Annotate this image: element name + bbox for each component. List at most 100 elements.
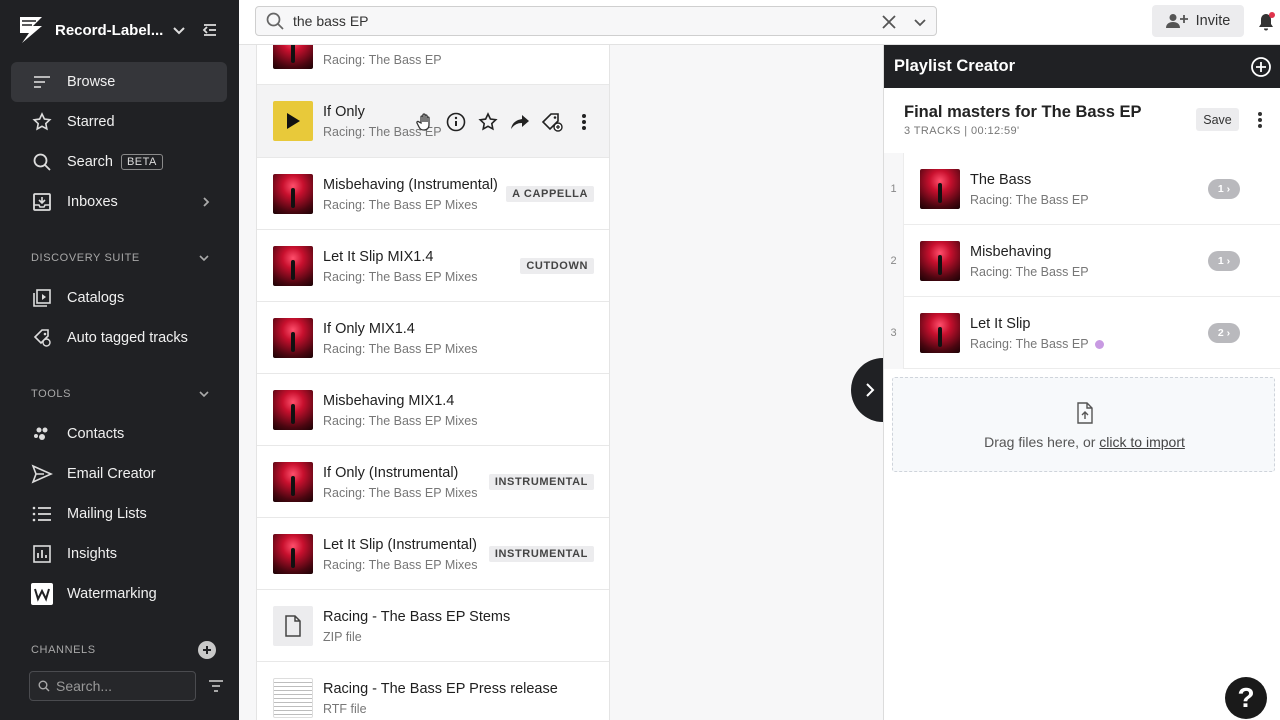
dropzone-text: Drag files here, or click to import <box>893 434 1276 450</box>
album-art <box>273 390 313 430</box>
versions-count: 2 <box>1217 327 1224 339</box>
track-subtitle: Racing: The Bass EP Mixes <box>323 270 478 284</box>
album-art <box>920 169 960 209</box>
versions-pill[interactable]: 1 › <box>1208 251 1240 271</box>
list-item[interactable]: If Only (Instrumental) Racing: The Bass … <box>257 446 609 518</box>
more-vertical-icon[interactable] <box>1250 110 1270 130</box>
track-title: Misbehaving <box>970 244 1052 260</box>
search-results-list: Racing: The Bass EP If Only Racing: The … <box>256 45 610 720</box>
search-input[interactable] <box>293 13 853 29</box>
sidebar-item-label: Catalogs <box>67 290 125 306</box>
more-vertical-icon[interactable] <box>573 111 595 133</box>
workspace-switcher[interactable]: Record-Label... <box>16 12 226 48</box>
list-icon <box>31 503 53 525</box>
watermark-icon <box>31 583 53 605</box>
section-discovery-suite[interactable]: DISCOVERY SUITE <box>31 248 221 268</box>
list-item[interactable]: Racing - The Bass EP Press release RTF f… <box>257 662 609 720</box>
track-title: Misbehaving MIX1.4 <box>323 393 455 409</box>
list-item[interactable]: If Only MIX1.4 Racing: The Bass EP Mixes <box>257 302 609 374</box>
section-channels: CHANNELS <box>31 640 221 660</box>
track-subtitle: Racing: The Bass EP <box>970 265 1089 279</box>
sidebar-item-catalogs[interactable]: Catalogs <box>11 278 227 318</box>
sidebar-item-browse[interactable]: Browse <box>11 62 227 102</box>
sidebar-item-label: Watermarking <box>67 586 157 602</box>
sidebar-item-mailing-lists[interactable]: Mailing Lists <box>11 494 227 534</box>
chart-icon <box>31 543 53 565</box>
track-title: Misbehaving (Instrumental) <box>323 177 498 193</box>
info-icon[interactable] <box>445 111 467 133</box>
sidebar-item-email-creator[interactable]: Email Creator <box>11 454 227 494</box>
chevron-down-icon[interactable] <box>912 14 928 30</box>
sidebar-item-label: Contacts <box>67 426 125 442</box>
chevron-down-icon <box>173 27 186 35</box>
track-subtitle: Racing: The Bass EP Mixes <box>323 198 478 212</box>
track-title: If Only MIX1.4 <box>323 321 415 337</box>
drag-handle-icon[interactable] <box>413 111 435 133</box>
sidebar-item-search[interactable]: Search BETA <box>11 142 227 182</box>
top-bar: Invite <box>239 0 1280 45</box>
list-item[interactable]: Let It Slip (Instrumental) Racing: The B… <box>257 518 609 590</box>
collapse-sidebar-icon[interactable] <box>201 20 221 40</box>
track-number: 1 <box>884 153 904 225</box>
import-link[interactable]: click to import <box>1099 434 1185 450</box>
sidebar-item-insights[interactable]: Insights <box>11 534 227 574</box>
invite-button[interactable]: Invite <box>1152 5 1244 37</box>
list-item[interactable]: Misbehaving (Instrumental) Racing: The B… <box>257 158 609 230</box>
album-art <box>920 241 960 281</box>
add-channel-icon[interactable] <box>198 641 216 659</box>
add-circle-icon[interactable] <box>1250 56 1272 78</box>
version-tag: CUTDOWN <box>520 258 594 274</box>
channel-search-input[interactable] <box>56 678 176 694</box>
list-item[interactable]: Misbehaving MIX1.4 Racing: The Bass EP M… <box>257 374 609 446</box>
sidebar-item-auto-tagged-tracks[interactable]: Auto tagged tracks <box>11 318 227 358</box>
playlist-name[interactable]: Final masters for The Bass EP <box>904 103 1142 122</box>
playlist-item[interactable]: 1 The Bass Racing: The Bass EP 1 › <box>884 153 1280 225</box>
playlist-item[interactable]: 3 Let It Slip Racing: The Bass EP 2 › <box>884 297 1280 369</box>
track-subtitle: Racing: The Bass EP <box>970 337 1104 351</box>
share-icon[interactable] <box>509 111 531 133</box>
star-icon[interactable] <box>477 111 499 133</box>
notification-bell-icon[interactable] <box>1256 12 1276 32</box>
versions-pill[interactable]: 2 › <box>1208 323 1240 343</box>
sidebar-item-watermarking[interactable]: Watermarking <box>11 574 227 614</box>
list-item[interactable]: If Only Racing: The Bass EP <box>257 85 609 158</box>
row-actions <box>413 111 595 133</box>
track-title: Racing - The Bass EP Press release <box>323 681 558 697</box>
workspace-name: Record-Label... <box>55 21 164 39</box>
track-subtitle: RTF file <box>323 702 367 716</box>
invite-label: Invite <box>1195 13 1231 29</box>
section-title: DISCOVERY SUITE <box>31 252 140 264</box>
section-tools[interactable]: TOOLS <box>31 384 221 404</box>
sidebar-item-label: Browse <box>67 74 116 90</box>
close-icon[interactable] <box>880 13 898 31</box>
status-dot <box>1094 340 1104 349</box>
file-dropzone[interactable]: Drag files here, or click to import <box>892 377 1275 472</box>
track-subtitle: ZIP file <box>323 630 362 644</box>
help-button[interactable]: ? <box>1225 677 1267 719</box>
track-title: Let It Slip (Instrumental) <box>323 537 477 553</box>
list-item[interactable]: Racing - The Bass EP Stems ZIP file <box>257 590 609 662</box>
track-title: The Bass <box>970 172 1032 188</box>
save-button[interactable]: Save <box>1196 108 1239 131</box>
sidebar-item-inboxes[interactable]: Inboxes <box>11 182 227 222</box>
add-user-icon <box>1165 14 1188 28</box>
play-button[interactable] <box>273 101 313 141</box>
sidebar-item-contacts[interactable]: Contacts <box>11 414 227 454</box>
section-title: CHANNELS <box>31 644 96 656</box>
add-tag-icon[interactable] <box>541 111 563 133</box>
sidebar-item-label: Mailing Lists <box>67 506 147 522</box>
track-subtitle: Racing: The Bass EP Mixes <box>323 486 478 500</box>
sidebar-item-starred[interactable]: Starred <box>11 102 227 142</box>
track-title: If Only <box>323 104 365 120</box>
track-subtitle: Racing: The Bass EP <box>323 53 442 67</box>
track-subtitle: Racing: The Bass EP Mixes <box>323 342 478 356</box>
list-item[interactable]: Let It Slip MIX1.4 Racing: The Bass EP M… <box>257 230 609 302</box>
sidebar-item-label: Inboxes <box>67 194 118 210</box>
playlist-item[interactable]: 2 Misbehaving Racing: The Bass EP 1 › <box>884 225 1280 297</box>
auto-tag-icon <box>31 327 53 349</box>
panel-header: Playlist Creator <box>884 45 1280 88</box>
versions-pill[interactable]: 1 › <box>1208 179 1240 199</box>
filter-icon[interactable] <box>207 678 225 694</box>
list-item[interactable]: Racing: The Bass EP <box>257 45 609 85</box>
star-icon <box>31 111 53 133</box>
